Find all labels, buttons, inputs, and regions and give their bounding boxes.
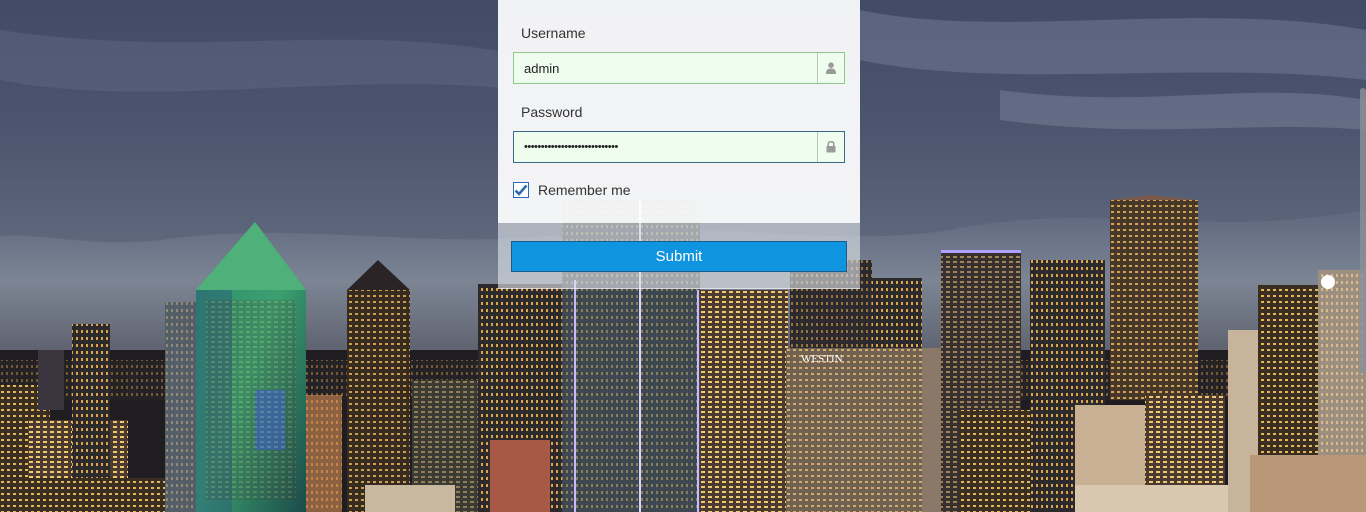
password-input[interactable] [514, 132, 819, 162]
westin-sign: WESTIN [801, 353, 843, 365]
lock-icon [817, 132, 844, 162]
remember-me-checkbox[interactable] [513, 182, 529, 198]
remember-me-label: Remember me [538, 182, 631, 198]
password-field[interactable] [513, 131, 845, 163]
username-input[interactable] [514, 53, 819, 83]
submit-button[interactable]: Submit [511, 241, 847, 272]
check-icon [514, 184, 528, 196]
username-label: Username [521, 25, 586, 41]
remember-me-row[interactable]: Remember me [513, 181, 631, 199]
username-field[interactable] [513, 52, 845, 84]
password-label: Password [521, 104, 583, 120]
page-scrollbar[interactable] [1360, 88, 1366, 374]
user-icon [817, 53, 844, 83]
